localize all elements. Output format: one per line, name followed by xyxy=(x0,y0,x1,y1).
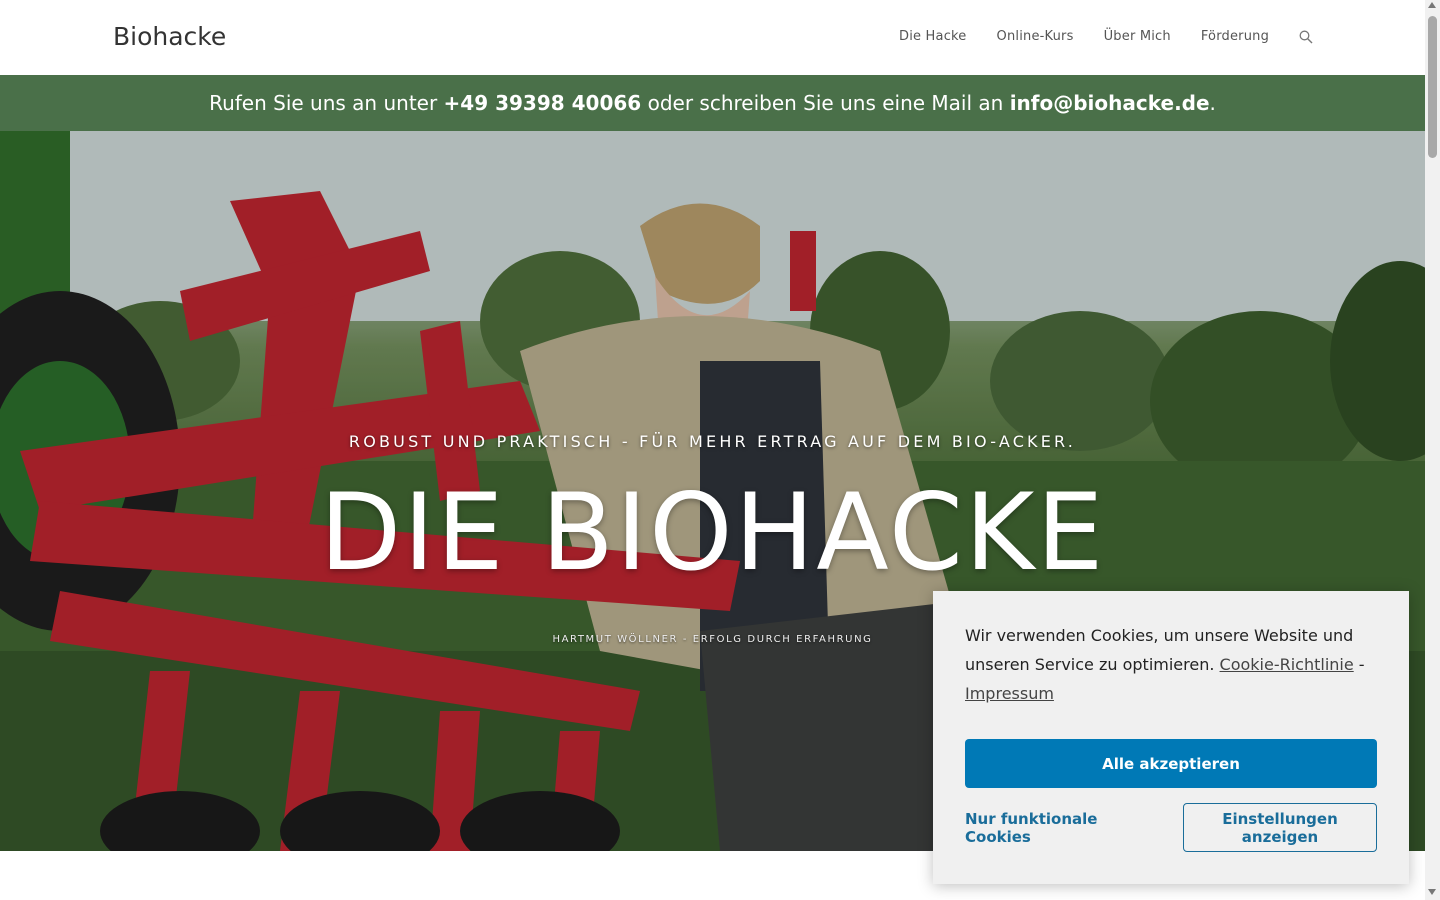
search-icon[interactable] xyxy=(1284,28,1316,46)
contact-middle: oder schreiben Sie uns eine Mail an xyxy=(641,91,1010,115)
hero-eyebrow: ROBUST UND PRAKTISCH - FÜR MEHR ERTRAG A… xyxy=(348,432,1077,451)
contact-prefix: Rufen Sie uns an unter xyxy=(209,91,444,115)
imprint-link[interactable]: Impressum xyxy=(965,684,1054,703)
site-header: Biohacke Die Hacke Online-Kurs Über Mich… xyxy=(0,0,1425,75)
nav-item-online-kurs[interactable]: Online-Kurs xyxy=(982,28,1089,46)
contact-email[interactable]: info@biohacke.de xyxy=(1010,91,1210,115)
cookie-policy-link[interactable]: Cookie-Richtlinie xyxy=(1220,655,1354,674)
scrollbar-thumb[interactable] xyxy=(1428,16,1437,158)
page-scrollbar[interactable] xyxy=(1425,0,1440,900)
cookie-consent-banner: Wir verwenden Cookies, um unsere Website… xyxy=(933,591,1409,884)
accept-all-button[interactable]: Alle akzeptieren xyxy=(965,739,1377,788)
contact-bar: Rufen Sie uns an unter +49 39398 40066 o… xyxy=(0,75,1425,131)
functional-only-button[interactable]: Nur funktionale Cookies xyxy=(965,803,1163,852)
show-settings-button[interactable]: Einstellungen anzeigen xyxy=(1183,803,1377,852)
scroll-up-arrow-icon[interactable] xyxy=(1428,2,1436,8)
cookie-separator: - xyxy=(1353,655,1365,674)
contact-phone[interactable]: +49 39398 40066 xyxy=(444,91,642,115)
scroll-down-arrow-icon[interactable] xyxy=(1428,889,1436,895)
nav-item-ueber-mich[interactable]: Über Mich xyxy=(1089,28,1186,46)
site-logo[interactable]: Biohacke xyxy=(113,22,226,51)
contact-suffix: . xyxy=(1209,91,1216,115)
nav-item-foerderung[interactable]: Förderung xyxy=(1186,28,1284,46)
hero-title: DIE BIOHACKE xyxy=(319,471,1106,594)
nav-item-die-hacke[interactable]: Die Hacke xyxy=(884,28,982,46)
main-nav: Die Hacke Online-Kurs Über Mich Förderun… xyxy=(884,28,1316,46)
cookie-message: Wir verwenden Cookies, um unsere Website… xyxy=(965,621,1377,708)
